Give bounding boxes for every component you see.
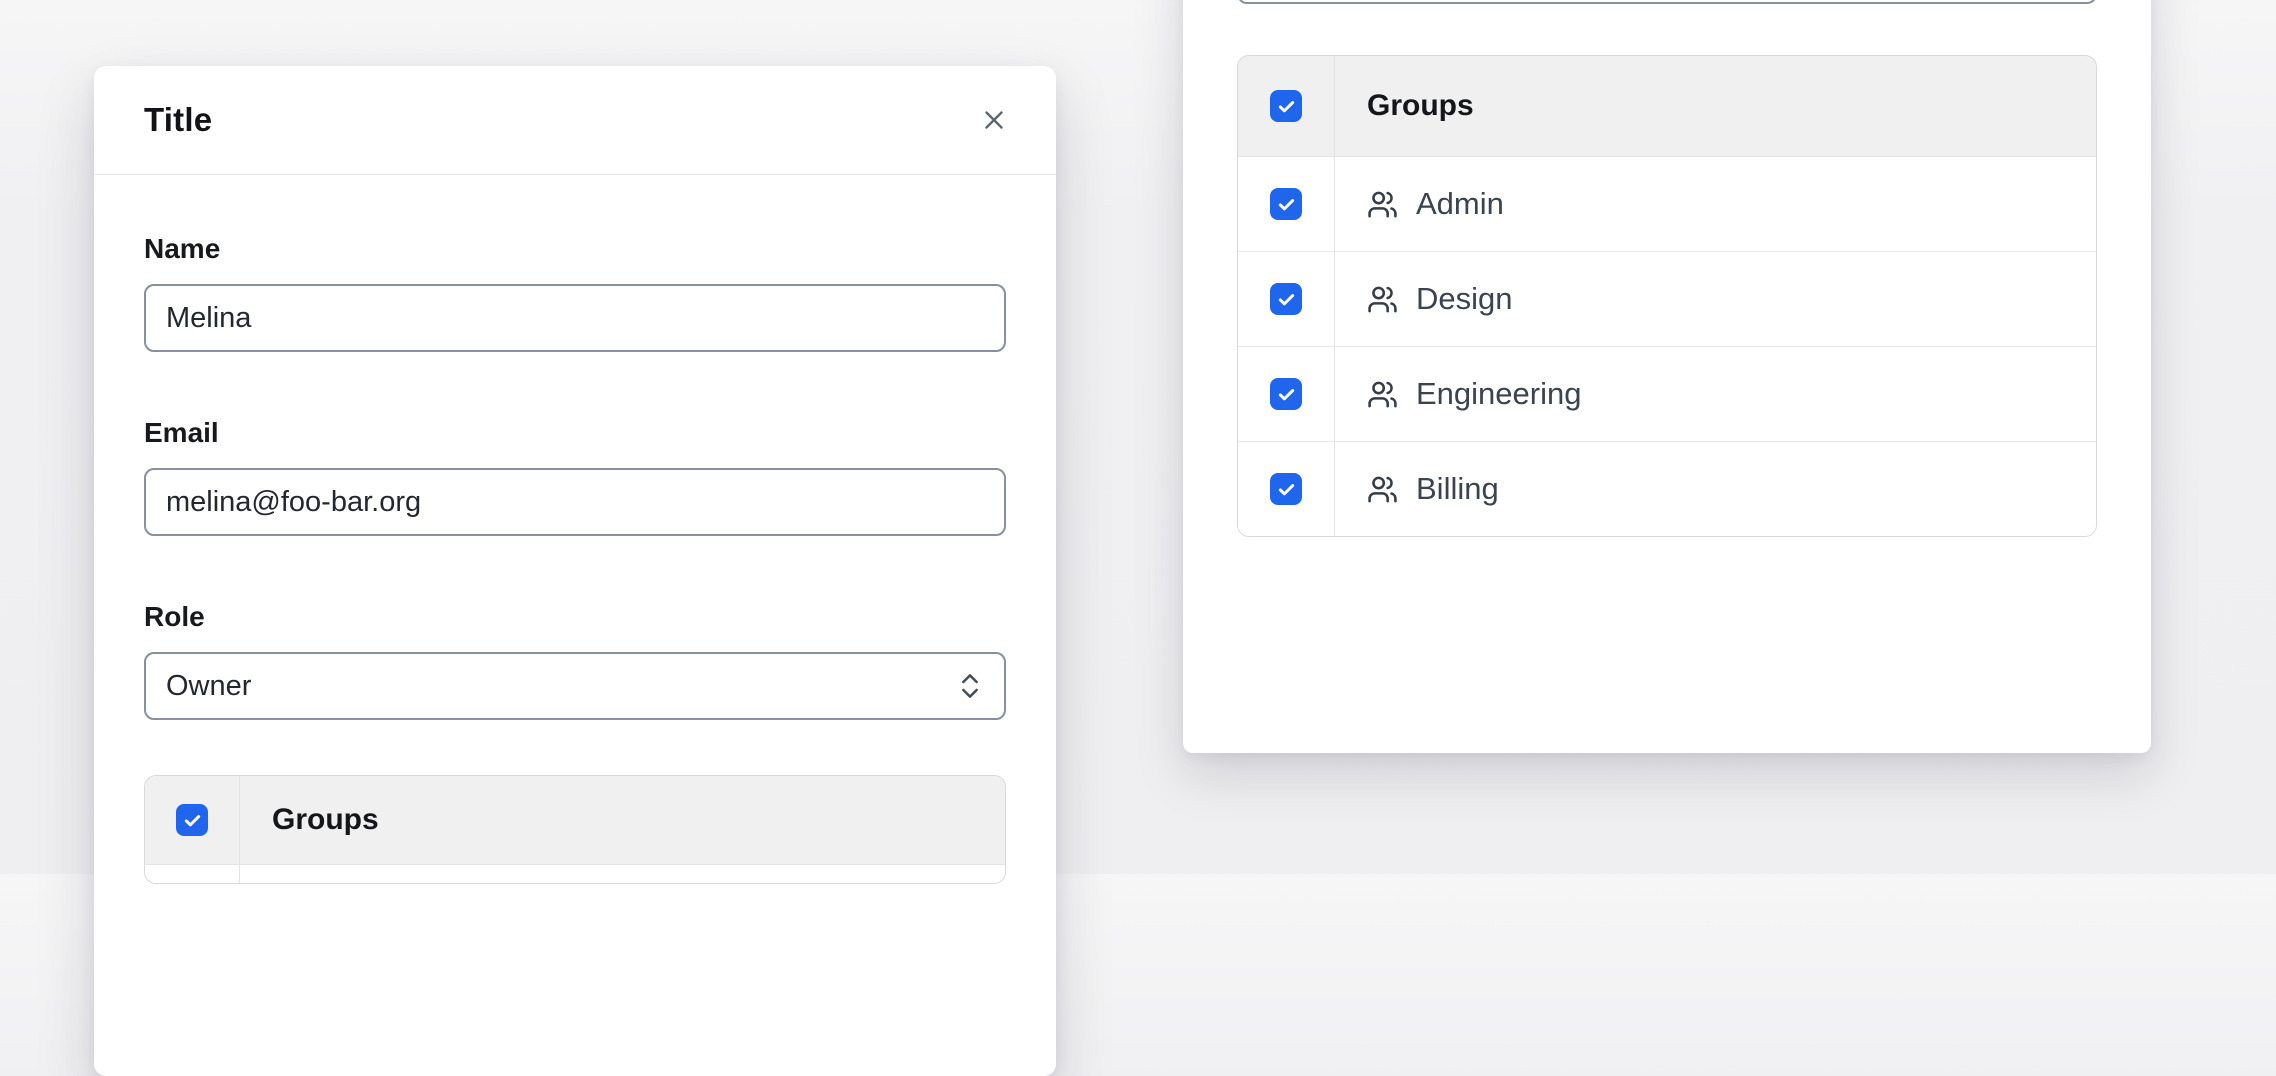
name-input[interactable]	[144, 284, 1006, 352]
modal-groups-table-cropped-row	[145, 865, 1005, 883]
name-label: Name	[144, 232, 1006, 266]
email-field: Email	[144, 416, 1006, 536]
group-checkbox[interactable]	[1270, 283, 1302, 315]
name-field: Name	[144, 232, 1006, 352]
group-name: Admin	[1416, 186, 1504, 222]
check-icon	[1276, 289, 1297, 310]
users-icon	[1367, 379, 1398, 410]
modal-title: Title	[144, 101, 212, 139]
close-icon	[979, 105, 1009, 135]
check-icon	[1276, 96, 1297, 117]
user-edit-modal: Title Name Email Role Owner	[94, 66, 1056, 1076]
group-row[interactable]: Admin	[1238, 157, 2096, 252]
check-icon	[1276, 194, 1297, 215]
modal-groups-table-header: Groups	[145, 776, 1005, 865]
users-icon	[1367, 189, 1398, 220]
group-row[interactable]: Engineering	[1238, 347, 2096, 442]
panel-groups-table: Groups	[1237, 55, 2097, 537]
users-icon	[1367, 284, 1398, 315]
modal-groups-table: Groups	[144, 775, 1006, 884]
check-icon	[182, 810, 203, 831]
modal-groups-column-header: Groups	[272, 803, 379, 837]
group-name: Design	[1416, 281, 1513, 317]
role-select[interactable]: Owner	[144, 652, 1006, 720]
modal-body: Name Email Role Owner	[94, 232, 1056, 884]
group-row[interactable]: Design	[1238, 252, 2096, 347]
group-checkbox[interactable]	[1270, 473, 1302, 505]
modal-header: Title	[94, 66, 1056, 175]
group-checkbox[interactable]	[1270, 378, 1302, 410]
group-name: Engineering	[1416, 376, 1581, 412]
panel-select-all-checkbox[interactable]	[1270, 90, 1302, 122]
role-label: Role	[144, 600, 1006, 634]
group-checkbox[interactable]	[1270, 188, 1302, 220]
page-background: { "colors":{"accent":"#2066ec","table_he…	[0, 0, 2276, 874]
modal-select-all-checkbox[interactable]	[176, 804, 208, 836]
group-name: Billing	[1416, 471, 1499, 507]
check-icon	[1276, 384, 1297, 405]
panel-groups-column-header: Groups	[1367, 89, 1474, 123]
chevrons-up-down-icon	[954, 670, 986, 702]
users-icon	[1367, 474, 1398, 505]
email-input[interactable]	[144, 468, 1006, 536]
close-button[interactable]	[976, 102, 1012, 138]
panel-groups-table-header: Groups	[1238, 56, 2096, 157]
email-label: Email	[144, 416, 1006, 450]
cropped-select-bottom	[1237, 0, 2097, 4]
group-row[interactable]: Billing	[1238, 442, 2096, 536]
role-select-value: Owner	[166, 670, 251, 703]
check-icon	[1276, 479, 1297, 500]
panel-groups-rows: Admin	[1238, 157, 2096, 536]
groups-panel: Groups	[1183, 0, 2151, 753]
role-field: Role Owner	[144, 600, 1006, 720]
